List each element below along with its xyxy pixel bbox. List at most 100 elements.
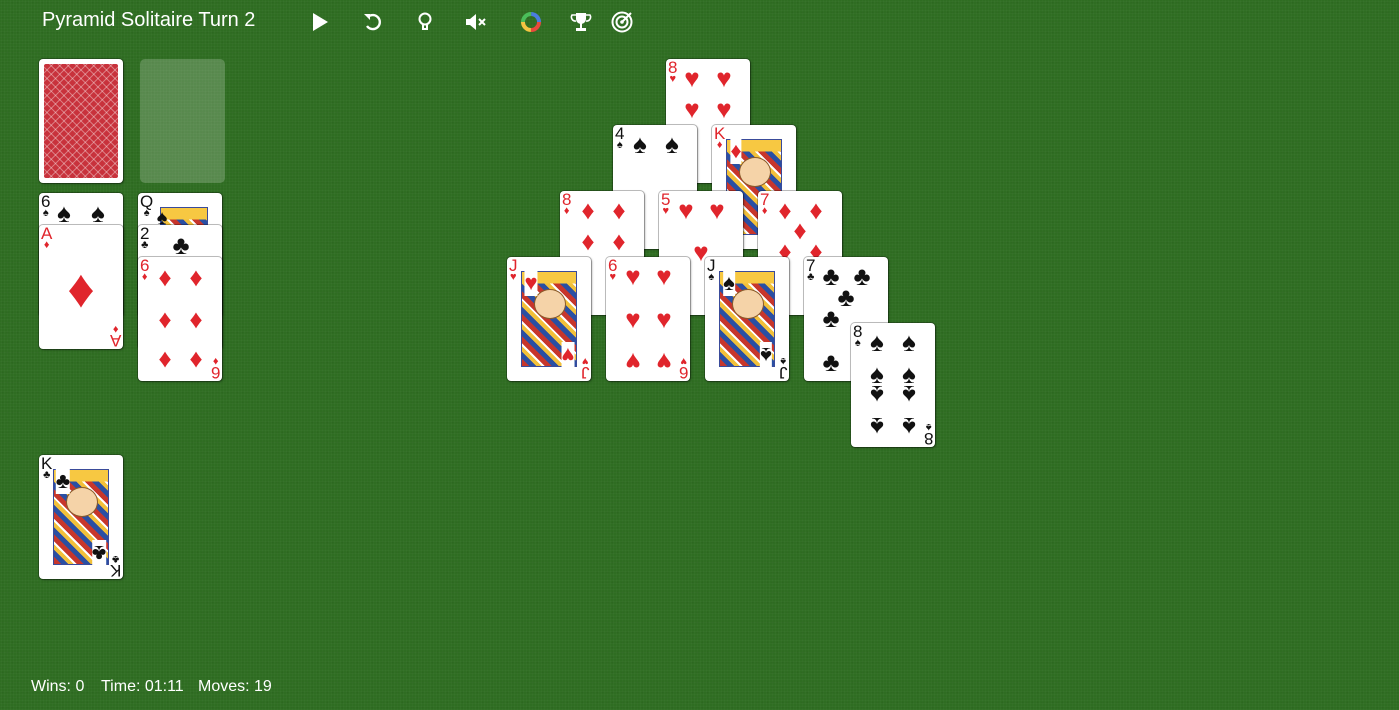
suit-pip: ♣ xyxy=(91,540,107,566)
waste-pile-empty[interactable] xyxy=(140,59,225,183)
suit-pip: ♣ xyxy=(853,261,871,291)
sound-button[interactable] xyxy=(461,8,491,36)
card-corner: 6 ♥ xyxy=(678,355,688,381)
suit-pip: ♥ xyxy=(709,195,725,225)
stock-pile[interactable] xyxy=(39,59,123,183)
card-corner: 4 ♠ xyxy=(615,125,625,151)
suit-pip: ♦ xyxy=(189,304,203,334)
card-corner: J ♠ xyxy=(707,257,716,283)
suit-pip: ♣ xyxy=(822,303,840,333)
suit-pip: ♦ xyxy=(189,346,203,376)
suit-pip: ♦ xyxy=(158,262,172,292)
card-corner: J ♥ xyxy=(509,257,518,283)
suit-pip: ♦ xyxy=(730,138,742,164)
time-counter: Time: 01:11 xyxy=(101,678,184,695)
suit-pip: ♦ xyxy=(189,262,203,292)
card-corner: A ♦ xyxy=(109,323,121,349)
card-6-hearts[interactable]: 6 ♥ ♥ ♥ ♥ ♥ ♥ ♥ 6 ♥ xyxy=(606,257,690,381)
suit-pip: ♠ xyxy=(870,380,884,410)
card-6-diamonds[interactable]: 6 ♦ ♦ ♦ ♦ ♦ ♦ ♦ 6 ♦ xyxy=(138,257,222,381)
wins-counter: Wins: 0 xyxy=(31,678,85,695)
suit-pip: ♣ xyxy=(172,230,190,260)
suit-pip: ♣ xyxy=(55,468,71,494)
suit-pip: ♠ xyxy=(57,198,71,228)
suit-pip: ♦ xyxy=(158,346,172,376)
hint-bulb-icon xyxy=(418,12,432,30)
suit-pip: ♦ xyxy=(793,215,807,245)
card-corner: 6 ♦ xyxy=(210,355,220,381)
suit-pip: ♠ xyxy=(902,327,916,357)
suit-pip: ♠ xyxy=(723,270,735,296)
suit-pip: ♦ xyxy=(158,304,172,334)
card-corner: 6 ♦ xyxy=(140,257,150,283)
suit-pip: ♠ xyxy=(870,327,884,357)
moves-counter: Moves: 19 xyxy=(198,678,272,695)
card-jack-hearts[interactable]: J ♥ ♥ ♥ J ♥ xyxy=(507,257,591,381)
card-corner: K ♦ xyxy=(714,125,726,151)
undo-icon xyxy=(364,13,381,31)
card-corner: 7 ♣ xyxy=(806,257,816,283)
theme-button[interactable] xyxy=(516,8,546,36)
suit-pip: ♥ xyxy=(678,195,694,225)
suit-pip: ♦ xyxy=(581,195,595,225)
suit-pip: ♦ xyxy=(67,259,95,319)
undo-button[interactable] xyxy=(358,8,388,36)
card-corner: A ♦ xyxy=(41,225,53,251)
card-jack-spades[interactable]: J ♠ ♠ ♠ J ♠ xyxy=(705,257,789,381)
play-button[interactable] xyxy=(305,8,335,36)
card-corner: 8 ♦ xyxy=(562,191,572,217)
card-king-clubs[interactable]: K ♣ ♣ ♣ K ♣ xyxy=(39,455,123,579)
suit-pip: ♠ xyxy=(870,412,884,442)
suit-pip: ♦ xyxy=(612,226,626,256)
suit-pip: ♦ xyxy=(612,195,626,225)
stats-button[interactable] xyxy=(566,8,596,36)
suit-pip: ♠ xyxy=(760,342,772,368)
suit-pip: ♥ xyxy=(656,261,672,291)
card-corner: K ♣ xyxy=(41,455,53,481)
color-wheel-icon xyxy=(521,12,541,32)
card-corner: J ♥ xyxy=(580,355,589,381)
card-corner: 6 ♠ xyxy=(41,193,51,219)
hint-button[interactable] xyxy=(410,8,440,36)
play-icon xyxy=(313,13,328,31)
suit-pip: ♥ xyxy=(716,94,732,124)
suit-pip: ♥ xyxy=(684,63,700,93)
suit-pip: ♥ xyxy=(684,94,700,124)
suit-pip: ♠ xyxy=(91,198,105,228)
card-corner: K ♣ xyxy=(109,553,121,579)
card-corner: J ♠ xyxy=(778,355,787,381)
card-corner: 5 ♥ xyxy=(661,191,671,217)
suit-pip: ♥ xyxy=(656,304,672,334)
card-corner: 8 ♠ xyxy=(923,421,933,447)
target-icon xyxy=(611,11,633,33)
suit-pip: ♥ xyxy=(625,261,641,291)
suit-pip: ♥ xyxy=(625,347,641,377)
card-corner: 8 ♠ xyxy=(853,323,863,349)
suit-pip: ♠ xyxy=(633,129,647,159)
challenges-button[interactable] xyxy=(607,8,637,36)
suit-pip: ♠ xyxy=(902,412,916,442)
suit-pip: ♥ xyxy=(716,63,732,93)
card-corner: 7 ♦ xyxy=(760,191,770,217)
suit-pip: ♦ xyxy=(581,226,595,256)
card-corner: 8 ♥ xyxy=(668,59,678,85)
card-corner: Q ♠ xyxy=(140,193,154,219)
card-corner: 6 ♥ xyxy=(608,257,618,283)
suit-pip: ♠ xyxy=(665,129,679,159)
trophy-icon xyxy=(570,13,592,31)
suit-pip: ♦ xyxy=(809,195,823,225)
card-back-pattern xyxy=(44,64,118,178)
card-ace-diamonds[interactable]: A ♦ ♦ A ♦ xyxy=(39,225,123,349)
mute-icon xyxy=(466,14,486,30)
suit-pip: ♥ xyxy=(625,304,641,334)
suit-pip: ♥ xyxy=(524,270,538,296)
card-corner: 2 ♣ xyxy=(140,225,150,251)
card-8-spades[interactable]: 8 ♠ ♠ ♠ ♠ ♠ ♠ ♠ ♠ ♠ 8 ♠ xyxy=(851,323,935,447)
suit-pip: ♦ xyxy=(778,195,792,225)
suit-pip: ♥ xyxy=(561,342,575,368)
suit-pip: ♣ xyxy=(822,347,840,377)
suit-pip: ♥ xyxy=(656,347,672,377)
suit-pip: ♠ xyxy=(902,380,916,410)
suit-pip: ♣ xyxy=(837,282,855,312)
game-title: Pyramid Solitaire Turn 2 xyxy=(42,9,256,31)
